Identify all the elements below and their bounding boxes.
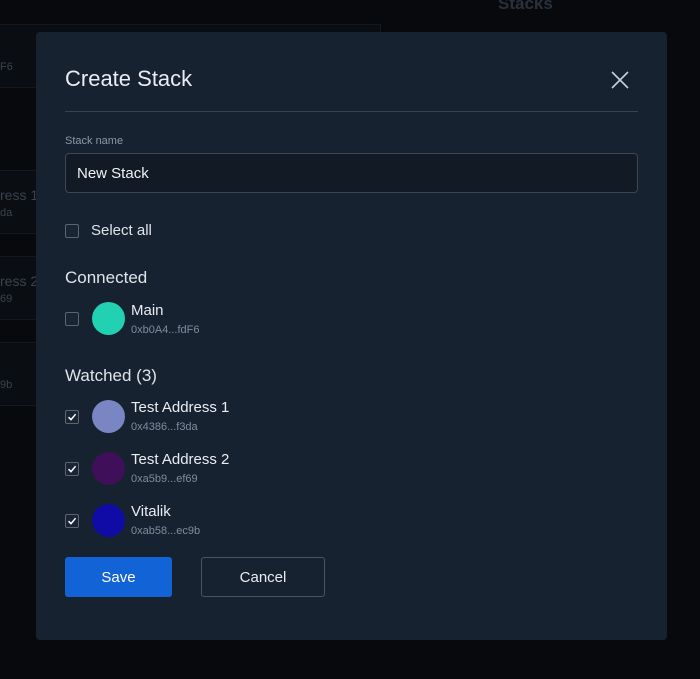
account-avatar <box>92 452 125 485</box>
checkmark-icon <box>67 517 77 525</box>
account-address: 0xb0A4...fdF6 <box>131 324 200 336</box>
cancel-button[interactable]: Cancel <box>201 557 325 597</box>
connected-section-title: Connected <box>65 268 148 287</box>
account-checkbox[interactable] <box>65 462 79 476</box>
account-avatar <box>92 302 125 335</box>
account-name: Test Address 2 <box>131 451 230 468</box>
account-avatar <box>92 504 125 537</box>
account-address: 0xab58...ec9b <box>131 525 201 537</box>
stack-name-input[interactable] <box>65 153 638 193</box>
background-text: 9b <box>0 379 13 391</box>
background-heading: Stacks <box>498 0 553 13</box>
account-checkbox[interactable] <box>65 312 79 326</box>
close-button[interactable] <box>608 68 632 92</box>
checkmark-icon <box>67 413 77 421</box>
select-all-checkbox[interactable] <box>65 224 79 238</box>
account-address: 0xa5b9...ef69 <box>131 473 198 485</box>
watched-section-title: Watched (3) <box>65 366 157 385</box>
background-text: da <box>0 207 13 219</box>
account-name: Vitalik <box>131 503 171 520</box>
background-text: F6 <box>0 61 13 73</box>
account-name: Main <box>131 302 164 319</box>
background-text: ress 1 <box>0 187 39 203</box>
stack-name-label: Stack name <box>65 135 124 147</box>
account-checkbox[interactable] <box>65 514 79 528</box>
account-address: 0x4386...f3da <box>131 421 198 433</box>
create-stack-modal: Create Stack Stack name Select all Conne… <box>36 32 667 640</box>
header-divider <box>65 111 638 112</box>
save-button[interactable]: Save <box>65 557 172 597</box>
background-text: 69 <box>0 293 13 305</box>
background-text: ress 2 <box>0 273 39 289</box>
close-icon <box>611 71 629 89</box>
select-all-label: Select all <box>91 222 152 239</box>
modal-title: Create Stack <box>65 66 193 91</box>
account-name: Test Address 1 <box>131 399 230 416</box>
account-avatar <box>92 400 125 433</box>
checkmark-icon <box>67 465 77 473</box>
account-checkbox[interactable] <box>65 410 79 424</box>
